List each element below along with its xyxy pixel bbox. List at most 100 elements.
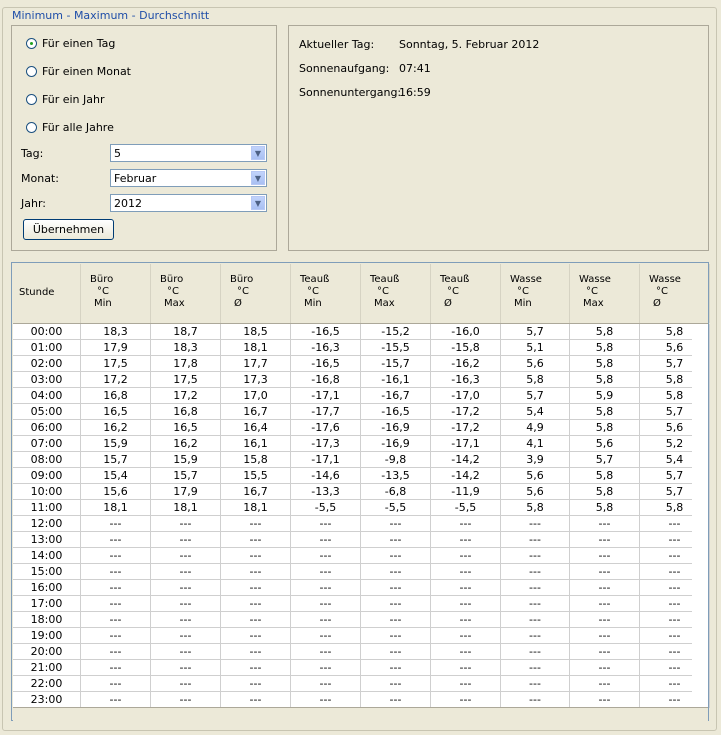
chevron-down-icon[interactable]: ▼	[251, 196, 265, 210]
value-cell: -16,9	[361, 436, 431, 452]
table-row[interactable]: 10:00 15,6 17,9 16,7 -13,3 -6,8 -11,9 5,6 5,8 5,7	[13, 484, 710, 500]
table-row[interactable]: 05:00 16,5 16,8 16,7 -17,7 -16,5 -17,2 5,4 5,8 5,…	[13, 404, 710, 420]
chevron-down-icon[interactable]: ▼	[251, 146, 265, 160]
value-cell: 5,6	[640, 420, 710, 436]
value-cell: 5,8	[501, 372, 570, 388]
value-cell: ---	[151, 644, 221, 660]
table-row[interactable]: 07:00 15,9 16,2 16,1 -17,3 -16,9 -17,1 4,1 5,6 5,…	[13, 436, 710, 452]
value-cell: ---	[431, 532, 501, 548]
value-cell: 15,7	[151, 468, 221, 484]
table-row[interactable]: 04:00 16,8 17,2 17,0 -17,1 -16,7 -17,0 5,7 5,9 5,…	[13, 388, 710, 404]
radio-year-icon[interactable]	[26, 93, 37, 105]
value-cell: ---	[151, 612, 221, 628]
radio-all-years[interactable]: Für alle Jahre	[26, 119, 114, 135]
value-cell: ---	[501, 644, 570, 660]
value-cell: ---	[81, 660, 151, 676]
value-cell: ---	[151, 548, 221, 564]
table-row[interactable]: 12:00 --- --- --- --- --- --- --- --- ---	[13, 516, 710, 532]
value-cell: 5,7	[640, 404, 710, 420]
value-cell: 5,1	[501, 340, 570, 356]
radio-day[interactable]: Für einen Tag	[26, 35, 115, 51]
column-unit: °C	[237, 286, 249, 297]
table-row[interactable]: 18:00 --- --- --- --- --- --- --- --- ---	[13, 612, 710, 628]
column-header[interactable]: Teauß °C Ø	[431, 264, 501, 323]
apply-button[interactable]: Übernehmen	[23, 219, 114, 240]
column-header[interactable]: Wasse °C Ø	[640, 264, 710, 323]
value-cell: 5,6	[640, 340, 710, 356]
table-row[interactable]: 16:00 --- --- --- --- --- --- --- --- ---	[13, 580, 710, 596]
column-header[interactable]: Büro °C Ø	[221, 264, 291, 323]
year-select[interactable]: 2012 ▼	[110, 194, 267, 212]
column-header[interactable]: Wasse °C Min	[501, 264, 570, 323]
value-cell: ---	[570, 580, 640, 596]
table-row[interactable]: 13:00 --- --- --- --- --- --- --- --- ---	[13, 532, 710, 548]
table-row[interactable]: 22:00 --- --- --- --- --- --- --- --- ---	[13, 676, 710, 692]
value-cell: ---	[151, 580, 221, 596]
value-cell: -16,3	[291, 340, 361, 356]
value-cell: -16,5	[361, 404, 431, 420]
value-cell: ---	[501, 516, 570, 532]
table-row[interactable]: 08:00 15,7 15,9 15,8 -17,1 -9,8 -14,2 3,9 5,7 5,4	[13, 452, 710, 468]
value-cell: ---	[501, 548, 570, 564]
column-header[interactable]: Teauß °C Max	[361, 264, 431, 323]
column-title: Wasse	[649, 274, 681, 285]
table-row[interactable]: 02:00 17,5 17,8 17,7 -16,5 -15,7 -16,2 5,6 5,8 5,…	[13, 356, 710, 372]
table-row[interactable]: 21:00 --- --- --- --- --- --- --- --- ---	[13, 660, 710, 676]
table-row[interactable]: 14:00 --- --- --- --- --- --- --- --- ---	[13, 548, 710, 564]
value-cell: ---	[361, 596, 431, 612]
value-cell: 17,7	[221, 356, 291, 372]
table-row[interactable]: 09:00 15,4 15,7 15,5 -14,6 -13,5 -14,2 5,6 5,8 5,…	[13, 468, 710, 484]
radio-all-years-label: Für alle Jahre	[42, 120, 114, 134]
value-cell: ---	[640, 580, 710, 596]
column-header[interactable]: Büro °C Min	[81, 264, 151, 323]
value-cell: -5,5	[291, 500, 361, 516]
sunrise-value: 07:41	[399, 62, 431, 75]
hour-cell: 05:00	[13, 404, 81, 420]
value-cell: -16,7	[361, 388, 431, 404]
column-header-hour[interactable]: Stunde	[13, 264, 81, 323]
value-cell: 5,8	[570, 356, 640, 372]
table-row[interactable]: 03:00 17,2 17,5 17,3 -16,8 -16,1 -16,3 5,8 5,8 5,…	[13, 372, 710, 388]
value-cell: 16,5	[151, 420, 221, 436]
column-stat: Max	[374, 298, 395, 309]
value-cell: ---	[221, 660, 291, 676]
value-cell: ---	[501, 564, 570, 580]
table-row[interactable]: 15:00 --- --- --- --- --- --- --- --- ---	[13, 564, 710, 580]
value-cell: 15,4	[81, 468, 151, 484]
month-select[interactable]: Februar ▼	[110, 169, 267, 187]
table-row[interactable]: 01:00 17,9 18,3 18,1 -16,3 -15,5 -15,8 5,1 5,8 5,…	[13, 340, 710, 356]
value-cell: ---	[640, 676, 710, 692]
table-row[interactable]: 20:00 --- --- --- --- --- --- --- --- ---	[13, 644, 710, 660]
value-cell: ---	[291, 564, 361, 580]
value-cell: ---	[291, 692, 361, 708]
column-title: Büro	[160, 274, 184, 285]
radio-month[interactable]: Für einen Monat	[26, 63, 131, 79]
day-select[interactable]: 5 ▼	[110, 144, 267, 162]
table-row[interactable]: 06:00 16,2 16,5 16,4 -17,6 -16,9 -17,2 4,9 5,8 5,…	[13, 420, 710, 436]
table-row[interactable]: 17:00 --- --- --- --- --- --- --- --- ---	[13, 596, 710, 612]
table-row[interactable]: 19:00 --- --- --- --- --- --- --- --- ---	[13, 628, 710, 644]
chevron-down-icon[interactable]: ▼	[251, 171, 265, 185]
value-cell: -13,3	[291, 484, 361, 500]
table-row[interactable]: 23:00 --- --- --- --- --- --- --- --- ---	[13, 692, 710, 708]
value-cell: 15,9	[81, 436, 151, 452]
hour-cell: 21:00	[13, 660, 81, 676]
column-header[interactable]: Wasse °C Max	[570, 264, 640, 323]
value-cell: ---	[570, 692, 640, 708]
value-cell: ---	[640, 628, 710, 644]
value-cell: ---	[291, 676, 361, 692]
value-cell: ---	[81, 628, 151, 644]
value-cell: ---	[361, 612, 431, 628]
radio-day-icon[interactable]	[26, 37, 37, 49]
radio-month-icon[interactable]	[26, 65, 37, 77]
column-header[interactable]: Büro °C Max	[151, 264, 221, 323]
value-cell: ---	[221, 596, 291, 612]
value-cell: ---	[640, 532, 710, 548]
radio-year[interactable]: Für ein Jahr	[26, 91, 105, 107]
table-row[interactable]: 11:00 18,1 18,1 18,1 -5,5 -5,5 -5,5 5,8 5,8 5,8	[13, 500, 710, 516]
column-header[interactable]: Teauß °C Min	[291, 264, 361, 323]
horizontal-scrollbar[interactable]	[13, 707, 708, 721]
table-row[interactable]: 00:00 18,3 18,7 18,5 -16,5 -15,2 -16,0 5,7 5,8 5,…	[13, 324, 710, 340]
radio-all-years-icon[interactable]	[26, 121, 37, 133]
hour-cell: 12:00	[13, 516, 81, 532]
